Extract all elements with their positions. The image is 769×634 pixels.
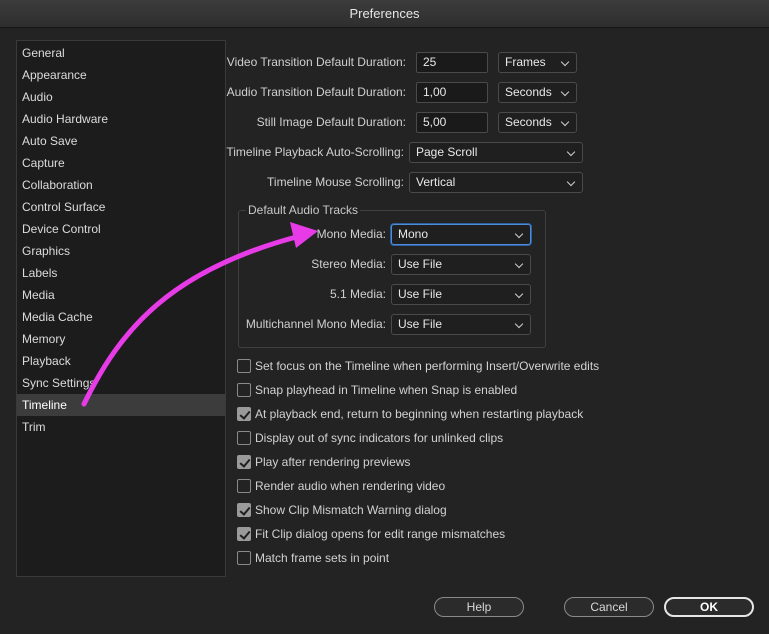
default-audio-tracks-title: Default Audio Tracks xyxy=(246,203,361,217)
cancel-button[interactable]: Cancel xyxy=(564,597,654,617)
sidebar-item-general[interactable]: General xyxy=(17,42,225,64)
still-image-label: Still Image Default Duration: xyxy=(256,115,406,129)
checkbox[interactable] xyxy=(237,479,251,493)
select-value: Seconds xyxy=(505,115,552,129)
still-image-duration-input[interactable]: 5,00 xyxy=(416,112,488,133)
checkbox-label: Display out of sync indicators for unlin… xyxy=(255,431,504,445)
checkbox-label: Play after rendering previews xyxy=(255,455,411,469)
audio-transition-unit-select[interactable]: Seconds xyxy=(498,82,577,103)
chevron-down-icon xyxy=(566,177,576,187)
select-value: Mono xyxy=(398,227,429,241)
select-value: Use File xyxy=(398,257,443,271)
checkbox[interactable] xyxy=(237,455,251,469)
chevron-down-icon xyxy=(514,289,524,299)
chevron-down-icon xyxy=(560,57,570,67)
checkbox-label: Snap playhead in Timeline when Snap is e… xyxy=(255,383,518,397)
sidebar-item-capture[interactable]: Capture xyxy=(17,152,225,174)
help-button[interactable]: Help xyxy=(434,597,524,617)
checkbox-label: Render audio when rendering video xyxy=(255,479,446,493)
select-value: Frames xyxy=(505,55,546,69)
window-title: Preferences xyxy=(0,0,769,28)
sidebar-item-labels[interactable]: Labels xyxy=(17,262,225,284)
checkbox[interactable] xyxy=(237,551,251,565)
select-value: Use File xyxy=(398,317,443,331)
sidebar-item-memory[interactable]: Memory xyxy=(17,328,225,350)
sidebar-item-collaboration[interactable]: Collaboration xyxy=(17,174,225,196)
checkbox-label: Fit Clip dialog opens for edit range mis… xyxy=(255,527,506,541)
checkbox[interactable] xyxy=(237,503,251,517)
five-one-media-label: 5.1 Media: xyxy=(329,287,386,301)
sidebar-item-device-control[interactable]: Device Control xyxy=(17,218,225,240)
chevron-down-icon xyxy=(514,319,524,329)
checkbox-label: Set focus on the Timeline when performin… xyxy=(255,359,600,373)
multichannel-mono-media-select[interactable]: Use File xyxy=(391,314,531,335)
ok-button[interactable]: OK xyxy=(664,597,754,617)
mouse-scrolling-label: Timeline Mouse Scrolling: xyxy=(267,175,404,189)
select-value: Vertical xyxy=(416,175,456,189)
select-value: Seconds xyxy=(505,85,552,99)
mono-media-select[interactable]: Mono xyxy=(391,224,531,245)
checkbox-label: Show Clip Mismatch Warning dialog xyxy=(255,503,447,517)
video-transition-duration-input[interactable]: 25 xyxy=(416,52,488,73)
chevron-down-icon xyxy=(560,87,570,97)
checkbox[interactable] xyxy=(237,407,251,421)
audio-transition-label: Audio Transition Default Duration: xyxy=(226,85,406,99)
sidebar-item-sync-settings[interactable]: Sync Settings xyxy=(17,372,225,394)
checkbox-label: Match frame sets in point xyxy=(255,551,390,565)
checkbox[interactable] xyxy=(237,383,251,397)
audio-transition-duration-input[interactable]: 1,00 xyxy=(416,82,488,103)
chevron-down-icon xyxy=(566,147,576,157)
checkbox[interactable] xyxy=(237,527,251,541)
video-transition-label: Video Transition Default Duration: xyxy=(226,55,406,69)
still-image-unit-select[interactable]: Seconds xyxy=(498,112,577,133)
auto-scrolling-select[interactable]: Page Scroll xyxy=(409,142,583,163)
checkbox-label: At playback end, return to beginning whe… xyxy=(255,407,584,421)
sidebar-item-audio-hardware[interactable]: Audio Hardware xyxy=(17,108,225,130)
chevron-down-icon xyxy=(514,229,524,239)
mouse-scrolling-select[interactable]: Vertical xyxy=(409,172,583,193)
video-transition-unit-select[interactable]: Frames xyxy=(498,52,577,73)
checkbox[interactable] xyxy=(237,359,251,373)
five-one-media-select[interactable]: Use File xyxy=(391,284,531,305)
chevron-down-icon xyxy=(560,117,570,127)
sidebar-item-playback[interactable]: Playback xyxy=(17,350,225,372)
stereo-media-label: Stereo Media: xyxy=(311,257,386,271)
sidebar-item-media[interactable]: Media xyxy=(17,284,225,306)
stereo-media-select[interactable]: Use File xyxy=(391,254,531,275)
sidebar-item-control-surface[interactable]: Control Surface xyxy=(17,196,225,218)
sidebar-item-media-cache[interactable]: Media Cache xyxy=(17,306,225,328)
sidebar-item-audio[interactable]: Audio xyxy=(17,86,225,108)
sidebar-item-trim[interactable]: Trim xyxy=(17,416,225,438)
sidebar-item-auto-save[interactable]: Auto Save xyxy=(17,130,225,152)
chevron-down-icon xyxy=(514,259,524,269)
sidebar-item-graphics[interactable]: Graphics xyxy=(17,240,225,262)
preferences-sidebar: General Appearance Audio Audio Hardware … xyxy=(16,40,226,577)
checkbox[interactable] xyxy=(237,431,251,445)
select-value: Use File xyxy=(398,287,443,301)
mono-media-label: Mono Media: xyxy=(316,227,386,241)
sidebar-item-appearance[interactable]: Appearance xyxy=(17,64,225,86)
multichannel-mono-media-label: Multichannel Mono Media: xyxy=(245,317,386,331)
select-value: Page Scroll xyxy=(416,145,478,159)
auto-scrolling-label: Timeline Playback Auto-Scrolling: xyxy=(226,145,404,159)
sidebar-item-timeline[interactable]: Timeline xyxy=(17,394,225,416)
